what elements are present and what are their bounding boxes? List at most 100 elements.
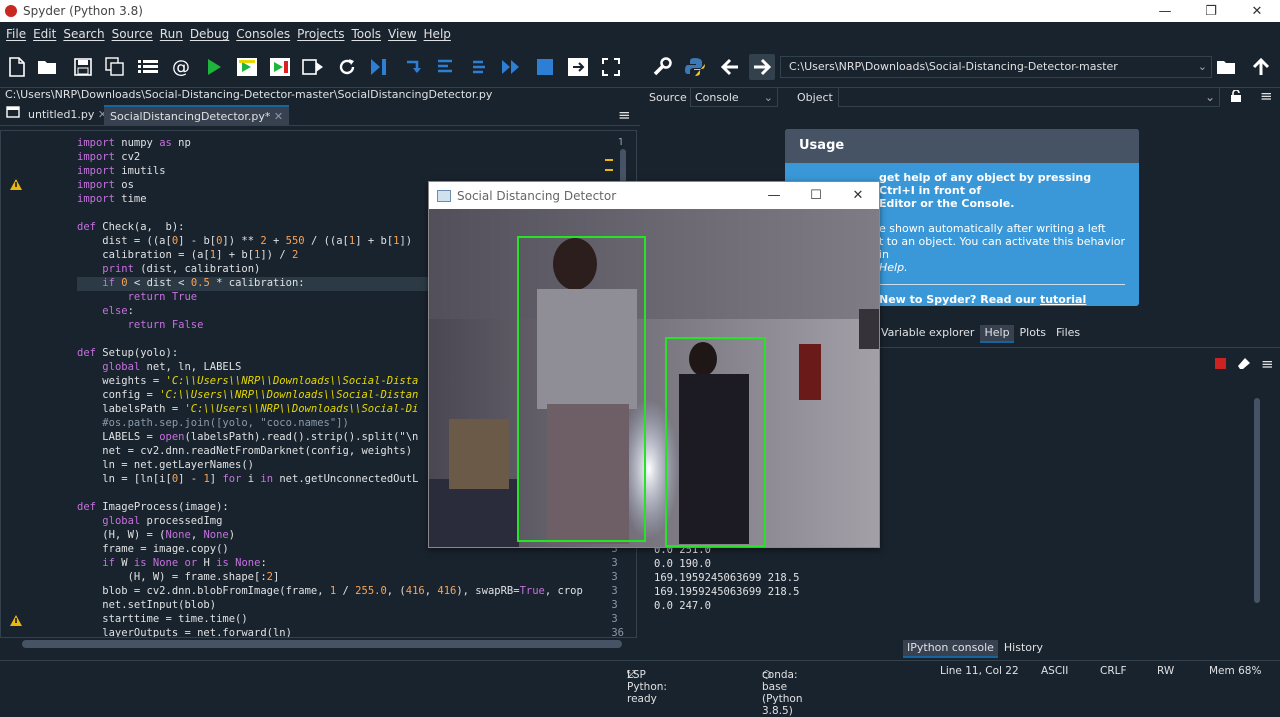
tab-ipython-console[interactable]: IPython console (903, 640, 998, 658)
camera-minimize-button[interactable]: — (753, 182, 795, 209)
tab-label: untitled1.py (28, 108, 95, 121)
step-into-icon[interactable] (435, 56, 457, 78)
menu-projects[interactable]: Projects (297, 27, 344, 41)
code-line: global processedImg (102, 515, 223, 527)
rerun-icon[interactable] (336, 56, 358, 78)
help-options-icon[interactable]: ≡ (1260, 87, 1273, 105)
python-path-icon[interactable] (684, 56, 706, 78)
step-icon[interactable] (402, 56, 424, 78)
console-line: 169.1959245063699 218.5 (654, 572, 800, 584)
editor-options-icon[interactable]: ≡ (612, 105, 637, 125)
line-endings: CRLF (1100, 665, 1127, 677)
code-line: frame = image.copy() (77, 543, 229, 555)
code-line: ln = [ln[i[0] - 1] for i in net.getUncon… (77, 473, 419, 485)
menu-debug[interactable]: Debug (190, 27, 229, 41)
warning-icon[interactable] (10, 179, 22, 190)
menu-edit[interactable]: Edit (33, 27, 56, 41)
editor-horizontal-scrollbar[interactable] (22, 640, 622, 648)
save-icon[interactable] (72, 56, 94, 78)
source-select[interactable]: Console ⌄ (690, 87, 778, 107)
maximize-pane-icon[interactable] (567, 56, 589, 78)
save-all-icon[interactable] (104, 56, 126, 78)
menu-help[interactable]: Help (424, 27, 451, 41)
code-line: return False (127, 319, 204, 331)
menu-search[interactable]: Search (63, 27, 104, 41)
chevron-down-icon[interactable]: ⌄ (1198, 57, 1207, 77)
back-arrow-icon[interactable] (719, 56, 741, 78)
usage-new: New to Spyder? Read our (879, 293, 1040, 306)
status-bar: ⤱ LSP Python: ready ⬡ conda: base (Pytho… (0, 660, 1280, 717)
object-input[interactable]: ⌄ (838, 87, 1220, 107)
open-folder-icon[interactable] (37, 56, 59, 78)
tab-plots[interactable]: Plots (1015, 325, 1051, 343)
code-line: net = cv2.dnn.readNetFromDarknet(config,… (77, 445, 413, 457)
code-line: labelsPath = 'C:\\Users\\NRP\\Downloads\… (77, 403, 419, 415)
code-line: else: (102, 305, 134, 317)
code-line: if 0 < dist < 0.5 * calibration: (102, 277, 305, 289)
tab-variable-explorer[interactable]: Variable explorer (877, 325, 979, 343)
step-return-icon[interactable] (468, 56, 490, 78)
menu-source[interactable]: Source (112, 27, 153, 41)
spyder-app-icon (5, 5, 17, 17)
title-bar: Spyder (Python 3.8) — ❐ ✕ (0, 0, 1280, 22)
stop-debug-icon[interactable] (534, 56, 556, 78)
menu-run[interactable]: Run (160, 27, 183, 41)
working-directory-input[interactable]: C:\Users\NRP\Downloads\Social-Distancing… (780, 56, 1212, 78)
debug-icon[interactable] (368, 56, 390, 78)
wrench-icon[interactable] (651, 56, 673, 78)
close-button[interactable]: ✕ (1234, 0, 1280, 22)
parent-dir-icon[interactable] (1250, 56, 1272, 78)
menu-view[interactable]: View (388, 27, 416, 41)
code-line: import imutils (77, 165, 166, 177)
camera-window[interactable]: Social Distancing Detector — ☐ ✕ (428, 181, 880, 548)
interrupt-kernel-icon[interactable] (1215, 358, 1226, 369)
tab-socialdistancingdetector[interactable]: SocialDistancingDetector.py* ✕ (104, 105, 290, 125)
tab-close-icon[interactable]: ✕ (274, 110, 283, 123)
maximize-button[interactable]: ❐ (1188, 0, 1234, 22)
cursor-position: Line 11, Col 22 (940, 665, 1019, 677)
conda-status-text: conda: base (Python 3.8.5) (762, 669, 803, 717)
run-cell-advance-icon[interactable] (269, 56, 291, 78)
run-icon[interactable] (203, 56, 225, 78)
at-sign-icon[interactable]: @ (170, 56, 192, 78)
code-line: (H, W) = (None, None) (77, 529, 236, 541)
tab-label: SocialDistancingDetector.py* (110, 110, 271, 123)
code-line: dist = ((a[0] - b[0]) ** 2 + 550 / ((a[1… (77, 235, 413, 247)
camera-scene (429, 209, 879, 547)
menu-tools[interactable]: Tools (351, 27, 381, 41)
code-line: import os (77, 179, 134, 191)
code-line: blob = cv2.dnn.blobFromImage(frame, 1 / … (77, 585, 583, 597)
browse-tabs-icon[interactable] (2, 105, 24, 125)
tab-history[interactable]: History (999, 640, 1048, 658)
camera-frame (429, 209, 879, 547)
tutorial-link[interactable]: tutorial (1040, 293, 1086, 306)
warning-icon[interactable] (10, 615, 22, 626)
tab-help[interactable]: Help (980, 325, 1014, 343)
tab-files[interactable]: Files (1052, 325, 1085, 343)
window-icon (437, 189, 451, 202)
eraser-icon[interactable] (1237, 356, 1251, 373)
forward-arrow-icon[interactable] (749, 54, 775, 80)
lock-icon[interactable] (1230, 89, 1242, 105)
console-options-icon[interactable]: ≡ (1261, 355, 1274, 373)
run-selection-icon[interactable] (302, 56, 324, 78)
camera-close-button[interactable]: ✕ (837, 182, 879, 209)
outline-list-icon[interactable] (137, 56, 159, 78)
read-write-status: RW (1157, 665, 1175, 677)
code-line: if W is None or H is None: (102, 557, 267, 569)
menu-file[interactable]: File (6, 27, 26, 41)
code-line: def Check(a, b): (77, 221, 185, 233)
menu-consoles[interactable]: Consoles (236, 27, 290, 41)
run-cell-icon[interactable] (236, 56, 258, 78)
console-line: 0.0 190.0 (654, 558, 711, 570)
tab-untitled1[interactable]: untitled1.py ✕ (22, 105, 113, 125)
browse-folder-icon[interactable] (1216, 56, 1238, 78)
continue-icon[interactable] (500, 56, 522, 78)
fullscreen-icon[interactable] (600, 56, 622, 78)
camera-maximize-button[interactable]: ☐ (795, 182, 837, 209)
detection-box (665, 337, 766, 547)
chevron-down-icon: ⌄ (763, 91, 773, 104)
minimize-button[interactable]: — (1142, 0, 1188, 22)
console-scrollbar[interactable] (1252, 378, 1262, 628)
new-file-icon[interactable] (6, 56, 28, 78)
